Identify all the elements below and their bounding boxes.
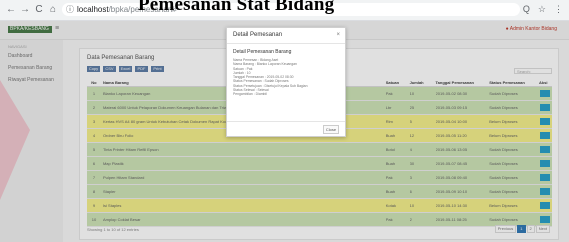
detail-line: Pengambilan : Diambil xyxy=(233,92,267,97)
browser-menu-icon[interactable]: ⋮ xyxy=(554,4,563,15)
modal-header: Detail Pemesanan × xyxy=(227,28,345,44)
detail-list: Nama Pemesan : Bidang Aset Nama Barang : … xyxy=(233,58,339,97)
forward-icon[interactable]: → xyxy=(18,3,32,17)
info-icon[interactable]: ⓘ xyxy=(66,3,74,16)
detail-modal: Detail Pemesanan × Detail Pemesanan Bara… xyxy=(226,27,346,137)
back-icon[interactable]: ← xyxy=(4,3,18,17)
reload-icon[interactable]: C xyxy=(32,3,46,17)
zoom-icon[interactable]: Q xyxy=(523,4,530,15)
bookmark-star-icon[interactable]: ☆ xyxy=(538,4,546,15)
close-button[interactable]: Close xyxy=(323,125,339,134)
home-icon[interactable]: ⌂ xyxy=(46,3,60,17)
modal-title: Detail Pemesanan xyxy=(233,32,283,38)
url-host: localhost xyxy=(77,5,109,14)
modal-body: Detail Pemesanan Barang Nama Pemesan : B… xyxy=(227,44,345,102)
detail-heading: Detail Pemesanan Barang xyxy=(233,49,292,55)
modal-footer: Close xyxy=(227,121,345,136)
page-banner-title: Pemesanan Stat Bidang xyxy=(138,0,335,15)
close-icon[interactable]: × xyxy=(336,32,340,38)
